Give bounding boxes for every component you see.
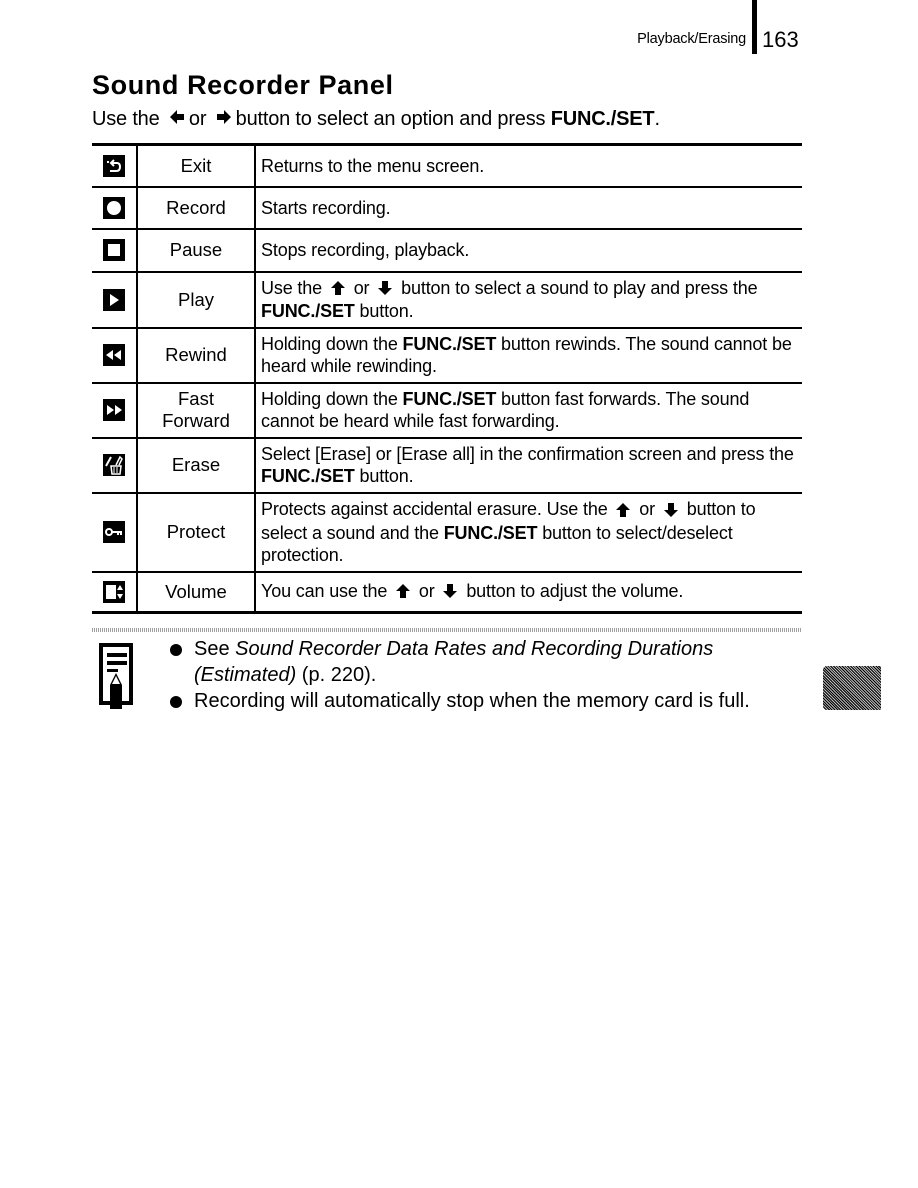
running-header-section: Playback/Erasing xyxy=(637,31,746,47)
reference-title: Sound Recorder Data Rates and Recording … xyxy=(194,638,714,686)
text-run: or xyxy=(634,499,660,520)
icon-cell xyxy=(92,327,138,384)
option-name: Record xyxy=(137,186,256,230)
exit-return-icon xyxy=(103,154,125,177)
option-description: Use the or button to select a sound to p… xyxy=(255,271,802,329)
icon-cell xyxy=(92,571,138,614)
option-description: Starts recording. xyxy=(255,186,802,230)
func-set-button-label: FUNC./SET xyxy=(261,301,355,322)
text-run: Use the xyxy=(261,277,327,298)
down-arrow-icon xyxy=(443,581,458,603)
text-run: button to adjust the volume. xyxy=(461,581,684,602)
chapter-tab xyxy=(823,666,881,710)
bullet-icon xyxy=(170,696,182,708)
note-item: See Sound Recorder Data Rates and Record… xyxy=(170,636,810,688)
text-run: or xyxy=(348,277,375,298)
volume-icon xyxy=(103,580,125,603)
text-run: (p. 220). xyxy=(296,664,377,686)
fast-forward-icon xyxy=(103,399,125,421)
intro-prefix: Use the xyxy=(92,108,160,130)
table-row: Record Starts recording. xyxy=(92,186,802,230)
play-triangle-icon xyxy=(103,288,125,311)
text-run: Holding down the xyxy=(261,389,403,409)
option-name: Fast Forward xyxy=(137,382,256,439)
header-divider-bar xyxy=(752,0,757,54)
note-list: See Sound Recorder Data Rates and Record… xyxy=(170,636,810,714)
rewind-icon xyxy=(103,344,125,366)
func-set-button-label: FUNC./SET xyxy=(261,466,355,486)
text-run: Returns to the menu screen. xyxy=(261,155,485,176)
erase-trash-icon xyxy=(103,454,125,476)
func-set-button-label: FUNC./SET xyxy=(402,334,497,354)
text-run: Recording will automatically stop when t… xyxy=(194,690,750,712)
text-run: Protects against accidental erasure. Use… xyxy=(261,499,613,520)
intro-suffix: . xyxy=(654,108,660,130)
icon-cell xyxy=(92,437,138,494)
icon-cell xyxy=(92,143,138,188)
down-arrow-icon xyxy=(663,500,678,522)
option-name: Exit xyxy=(137,143,256,188)
icon-cell xyxy=(92,382,138,439)
option-name: Rewind xyxy=(137,327,256,384)
table-row: Protect Protects against accidental erasu… xyxy=(92,492,802,573)
text-run: button. xyxy=(354,301,414,322)
text-run: button. xyxy=(354,466,414,486)
intro-text: Use the or button to select an option an… xyxy=(92,108,660,131)
option-description: Returns to the menu screen. xyxy=(255,143,802,188)
table-row: Erase Select [Erase] or [Erase all] in th… xyxy=(92,437,802,494)
up-arrow-icon xyxy=(330,278,345,300)
protect-key-icon xyxy=(103,521,125,543)
text-run: Select [Erase] or [Erase all] in the con… xyxy=(261,444,794,464)
text-run: button to select a sound to play and pre… xyxy=(396,277,758,298)
down-arrow-icon xyxy=(378,278,393,300)
bullet-icon xyxy=(170,644,182,656)
option-description: You can use the or button to adjust the … xyxy=(255,571,802,614)
func-set-button-label: FUNC./SET xyxy=(443,522,538,543)
text-run: See xyxy=(194,638,236,660)
intro-middle: button to select an option and press xyxy=(235,108,546,130)
pause-stop-square-icon xyxy=(103,239,125,261)
record-circle-icon xyxy=(103,196,125,219)
table-row: Rewind Holding down the FUNC./SET button … xyxy=(92,327,802,384)
option-description: Holding down the FUNC./SET button rewind… xyxy=(255,327,802,384)
text-run: Starts recording. xyxy=(261,197,391,218)
left-arrow-icon xyxy=(169,108,185,131)
func-set-button-label: FUNC./SET xyxy=(402,389,497,409)
text-run: Holding down the xyxy=(261,334,403,354)
text-run: Stops recording, playback. xyxy=(261,240,470,260)
intro-or: or xyxy=(188,108,207,130)
option-name: Protect xyxy=(137,492,256,573)
table-row: Play Use the or button to select a sound … xyxy=(92,271,802,329)
icon-cell xyxy=(92,492,138,573)
up-arrow-icon xyxy=(616,500,631,522)
option-name: Pause xyxy=(137,228,256,273)
option-description: Holding down the FUNC./SET button fast f… xyxy=(255,382,802,439)
table-row: Pause Stops recording, playback. xyxy=(92,228,802,273)
option-description: Stops recording, playback. xyxy=(255,228,802,273)
right-arrow-icon xyxy=(216,108,232,131)
text-run: You can use the xyxy=(261,581,393,602)
text-run: or xyxy=(414,581,440,602)
option-description: Select [Erase] or [Erase all] in the con… xyxy=(255,437,802,494)
table-row: Fast Forward Holding down the FUNC./SET bu… xyxy=(92,382,802,439)
table-row: Volume You can use the or button to adjus… xyxy=(92,571,802,614)
page-number: 163 xyxy=(762,27,799,52)
table-row: Exit Returns to the menu screen. xyxy=(92,143,802,188)
note-item: Recording will automatically stop when t… xyxy=(170,688,810,714)
sound-recorder-panel-table: Exit Returns to the menu screen. Record Sta… xyxy=(92,143,802,614)
icon-cell xyxy=(92,228,138,273)
option-name: Play xyxy=(137,271,256,329)
option-description: Protects against accidental erasure. Use… xyxy=(255,492,802,573)
memo-pencil-icon xyxy=(99,643,133,718)
dotted-separator xyxy=(92,628,802,632)
option-name: Erase xyxy=(137,437,256,494)
up-arrow-icon xyxy=(396,581,411,603)
icon-cell xyxy=(92,271,138,329)
icon-cell xyxy=(92,186,138,230)
func-set-button-label: FUNC./SET xyxy=(550,108,655,130)
option-name: Volume xyxy=(137,571,256,614)
page-title: Sound Recorder Panel xyxy=(92,70,394,100)
